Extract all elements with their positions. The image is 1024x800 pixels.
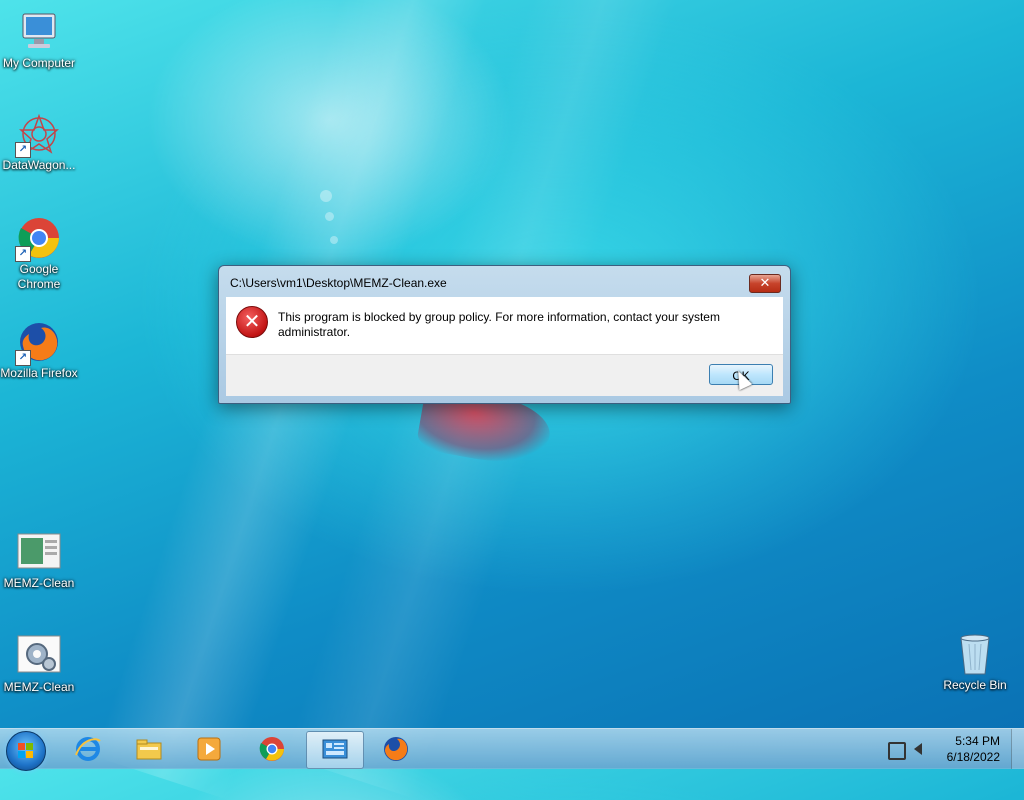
- shortcut-arrow-icon: ↗: [15, 246, 31, 262]
- memz-gear-icon: [17, 634, 61, 678]
- volume-icon[interactable]: [914, 743, 922, 755]
- chrome-icon: [259, 737, 284, 761]
- close-button[interactable]: ✕: [749, 274, 781, 293]
- dialog-message: This program is blocked by group policy.…: [278, 310, 720, 339]
- desktop-icon-label: DataWagon...: [2, 158, 76, 172]
- control-panel-icon: [322, 739, 348, 759]
- clock-date[interactable]: 6/18/2022: [947, 750, 1000, 764]
- clock-time[interactable]: 5:34 PM: [955, 734, 1000, 748]
- desktop-icon-firefox[interactable]: ↗ Mozilla Firefox: [0, 320, 78, 381]
- shortcut-arrow-icon: ↗: [15, 350, 31, 366]
- internet-explorer-icon: [75, 737, 101, 761]
- desktop-icon-label: Google Chrome: [17, 262, 61, 291]
- desktop-icon-memz-clean-2[interactable]: MEMZ-Clean: [0, 634, 78, 695]
- computer-icon: [17, 10, 61, 54]
- error-icon: ✕: [236, 306, 268, 338]
- recycle-bin-icon: [953, 632, 997, 676]
- windows-start-icon[interactable]: [6, 731, 46, 771]
- desktop-icon-label: Recycle Bin: [943, 678, 1007, 692]
- dialog-content: ✕ This program is blocked by group polic…: [226, 297, 783, 354]
- network-icon[interactable]: [888, 742, 906, 760]
- taskbar-firefox[interactable]: [368, 731, 424, 767]
- taskbar-chrome[interactable]: [244, 731, 300, 767]
- desktop-icon-memz-clean-1[interactable]: MEMZ-Clean: [0, 530, 78, 591]
- taskbar-file-explorer[interactable]: [121, 731, 177, 767]
- taskbar-control-panel[interactable]: [306, 731, 364, 769]
- file-explorer-icon: [136, 739, 162, 760]
- taskbar-media-player[interactable]: [181, 731, 237, 767]
- desktop-icon-my-computer[interactable]: My Computer: [0, 10, 78, 71]
- desktop-icon-label: MEMZ-Clean: [3, 576, 75, 590]
- desktop-icon-recycle-bin[interactable]: Recycle Bin: [936, 632, 1014, 693]
- datawagon-icon: ↗: [15, 112, 61, 158]
- wallpaper-bubble: [320, 190, 332, 202]
- system-tray: 5:34 PM 6/18/2022: [874, 729, 1024, 769]
- dialog-title: C:\Users\vm1\Desktop\MEMZ-Clean.exe: [230, 276, 447, 290]
- wallpaper-bubble: [330, 236, 338, 244]
- chrome-icon: ↗: [15, 216, 61, 262]
- wallpaper-bubble: [325, 212, 334, 221]
- dialog-titlebar[interactable]: C:\Users\vm1\Desktop\MEMZ-Clean.exe ✕: [219, 266, 790, 297]
- desktop-icon-chrome[interactable]: ↗ Google Chrome: [0, 216, 78, 292]
- dialog-footer: OK: [226, 354, 783, 396]
- memz-window-icon: [17, 530, 61, 574]
- error-dialog: C:\Users\vm1\Desktop\MEMZ-Clean.exe ✕ ✕ …: [218, 265, 791, 404]
- desktop-icon-datawagon[interactable]: ↗ DataWagon...: [0, 112, 78, 173]
- desktop-icon-label: My Computer: [2, 56, 76, 70]
- desktop-icon-label: MEMZ-Clean: [3, 680, 75, 694]
- show-desktop-button[interactable]: [1011, 729, 1024, 769]
- desktop-icon-label: Mozilla Firefox: [0, 366, 78, 380]
- taskbar: 5:34 PM 6/18/2022: [0, 728, 1024, 771]
- firefox-icon: [384, 737, 408, 761]
- taskbar-internet-explorer[interactable]: [60, 731, 116, 767]
- firefox-icon: ↗: [15, 320, 61, 366]
- media-player-icon: [197, 737, 221, 761]
- shortcut-arrow-icon: ↗: [15, 142, 31, 158]
